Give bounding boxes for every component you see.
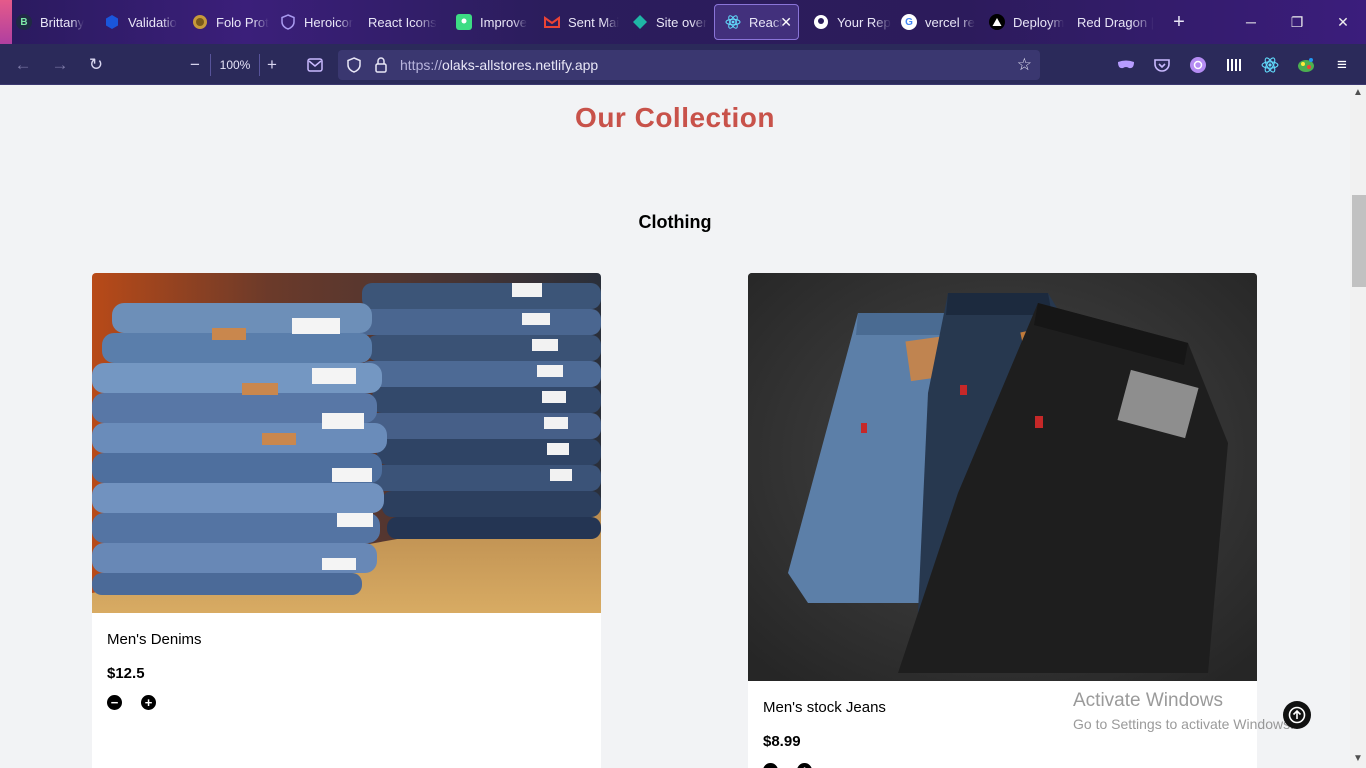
scroll-up-arrow-icon[interactable]: ▲ (1353, 87, 1363, 98)
url-host: olaks-allstores.netlify.app (442, 57, 599, 73)
react-devtools-icon[interactable] (1259, 54, 1281, 76)
extension-icon[interactable] (1295, 54, 1317, 76)
account-avatar-icon[interactable] (1187, 54, 1209, 76)
increase-quantity-button[interactable]: + (797, 763, 812, 768)
tracking-shield-icon[interactable] (346, 57, 362, 78)
product-price: $8.99 (763, 733, 801, 750)
tab-react-active[interactable]: React ✕ (714, 4, 799, 40)
windows-activation-watermark: Activate Windows Go to Settings to activ… (1073, 690, 1294, 732)
scroll-down-arrow-icon[interactable]: ▼ (1353, 753, 1363, 764)
b-logo-icon: B (16, 14, 32, 30)
shield-icon (280, 14, 296, 30)
tab-label: Site over (656, 14, 708, 30)
new-tab-button[interactable]: + (1159, 4, 1199, 40)
mail-icon[interactable] (302, 52, 328, 78)
google-icon: G (901, 14, 917, 30)
coin-icon (192, 14, 208, 30)
tab-sent-mail[interactable]: Sent Mai (534, 4, 622, 40)
decrease-quantity-button[interactable]: − (107, 695, 122, 710)
arrow-up-circle-icon (1288, 706, 1306, 724)
tab-strip: B Brittany Validatio Folo Prot Heroicor … (0, 0, 1366, 44)
product-image-denim-stack[interactable] (92, 273, 601, 613)
hamburger-menu-icon[interactable]: ≡ (1331, 54, 1353, 76)
lock-icon[interactable] (374, 56, 388, 79)
tab-heroicons[interactable]: Heroicor (270, 4, 358, 40)
tab-label: Improve (480, 14, 527, 30)
mask-icon[interactable] (1115, 54, 1137, 76)
tab-vercel-search[interactable]: G vercel re (891, 4, 979, 40)
navigation-toolbar: ← → ↻ − 100% + https://olaks-allstores.n… (0, 44, 1366, 85)
scroll-to-top-button[interactable] (1283, 701, 1311, 729)
increase-quantity-button[interactable]: + (141, 695, 156, 710)
close-window-icon[interactable]: ✕ (1320, 0, 1366, 44)
bookmark-star-icon[interactable]: ☆ (1017, 55, 1032, 75)
react-icon (725, 14, 741, 30)
tab-label: Red Dragon | (1077, 14, 1155, 30)
restore-icon[interactable]: ❐ (1274, 0, 1320, 44)
watermark-line-1: Activate Windows (1073, 690, 1223, 711)
tab-label: Deploym (1013, 14, 1065, 30)
decrease-quantity-button[interactable]: − (763, 763, 778, 768)
tab-label: Heroicor (304, 14, 354, 30)
zoom-level[interactable]: 100% (210, 54, 260, 76)
netlify-diamond-icon (632, 14, 648, 30)
tab-brittany[interactable]: B Brittany (6, 4, 94, 40)
page-content: Our Collection Clothing Men's Denims $12… (0, 85, 1350, 768)
tab-label: React (749, 14, 783, 30)
product-name: Men's stock Jeans (763, 699, 886, 716)
library-icon[interactable] (1223, 54, 1245, 76)
tab-label: Sent Mai (568, 14, 620, 30)
product-card[interactable]: Men's Denims $12.5 − + (92, 273, 601, 768)
tab-improve[interactable]: Improve (446, 4, 534, 40)
gmail-icon (544, 14, 560, 30)
tab-label: Folo Prot (216, 14, 269, 30)
product-name: Men's Denims (107, 631, 202, 648)
tab-your-repos[interactable]: Your Rep (803, 4, 891, 40)
hexagon-icon (104, 14, 120, 30)
close-tab-icon[interactable]: ✕ (780, 14, 792, 31)
address-bar[interactable]: https://olaks-allstores.netlify.app ☆ (338, 50, 1040, 80)
tab-site-overview[interactable]: Site over (622, 4, 710, 40)
tab-red-dragon[interactable]: Red Dragon | (1067, 4, 1159, 40)
map-pin-icon (456, 14, 472, 30)
category-title: Clothing (638, 212, 712, 232)
back-arrow-icon[interactable]: ← (10, 52, 36, 78)
url-protocol: https:// (400, 57, 443, 73)
tab-react-icons[interactable]: React Icons (358, 4, 446, 40)
tab-deployments[interactable]: Deploym (979, 4, 1067, 40)
tab-validation[interactable]: Validatio (94, 4, 182, 40)
url-text[interactable]: https://olaks-allstores.netlify.app (400, 57, 598, 73)
minimize-icon[interactable]: ─ (1228, 0, 1274, 44)
forward-arrow-icon[interactable]: → (47, 52, 73, 78)
collection-title: Our Collection (575, 102, 775, 133)
vercel-triangle-icon (989, 14, 1005, 30)
scrollbar-thumb[interactable] (1352, 195, 1366, 287)
tab-label: Your Rep (837, 14, 891, 30)
github-icon (813, 14, 829, 30)
tab-folo-protocol[interactable]: Folo Prot (182, 4, 270, 40)
tab-label: Brittany (40, 14, 85, 30)
tab-label: vercel re (925, 14, 975, 30)
product-image-folded-jeans[interactable] (748, 273, 1257, 681)
reload-icon[interactable]: ↻ (83, 52, 109, 78)
tab-label: React Icons (368, 14, 437, 30)
pocket-icon[interactable] (1151, 54, 1173, 76)
product-price: $12.5 (107, 665, 145, 682)
zoom-in-icon[interactable]: + (259, 52, 285, 78)
watermark-line-2: Go to Settings to activate Windows. (1073, 716, 1294, 732)
page-scrollbar[interactable]: ▲ ▼ (1350, 85, 1366, 768)
tab-label: Validatio (128, 14, 177, 30)
zoom-out-icon[interactable]: − (182, 52, 208, 78)
